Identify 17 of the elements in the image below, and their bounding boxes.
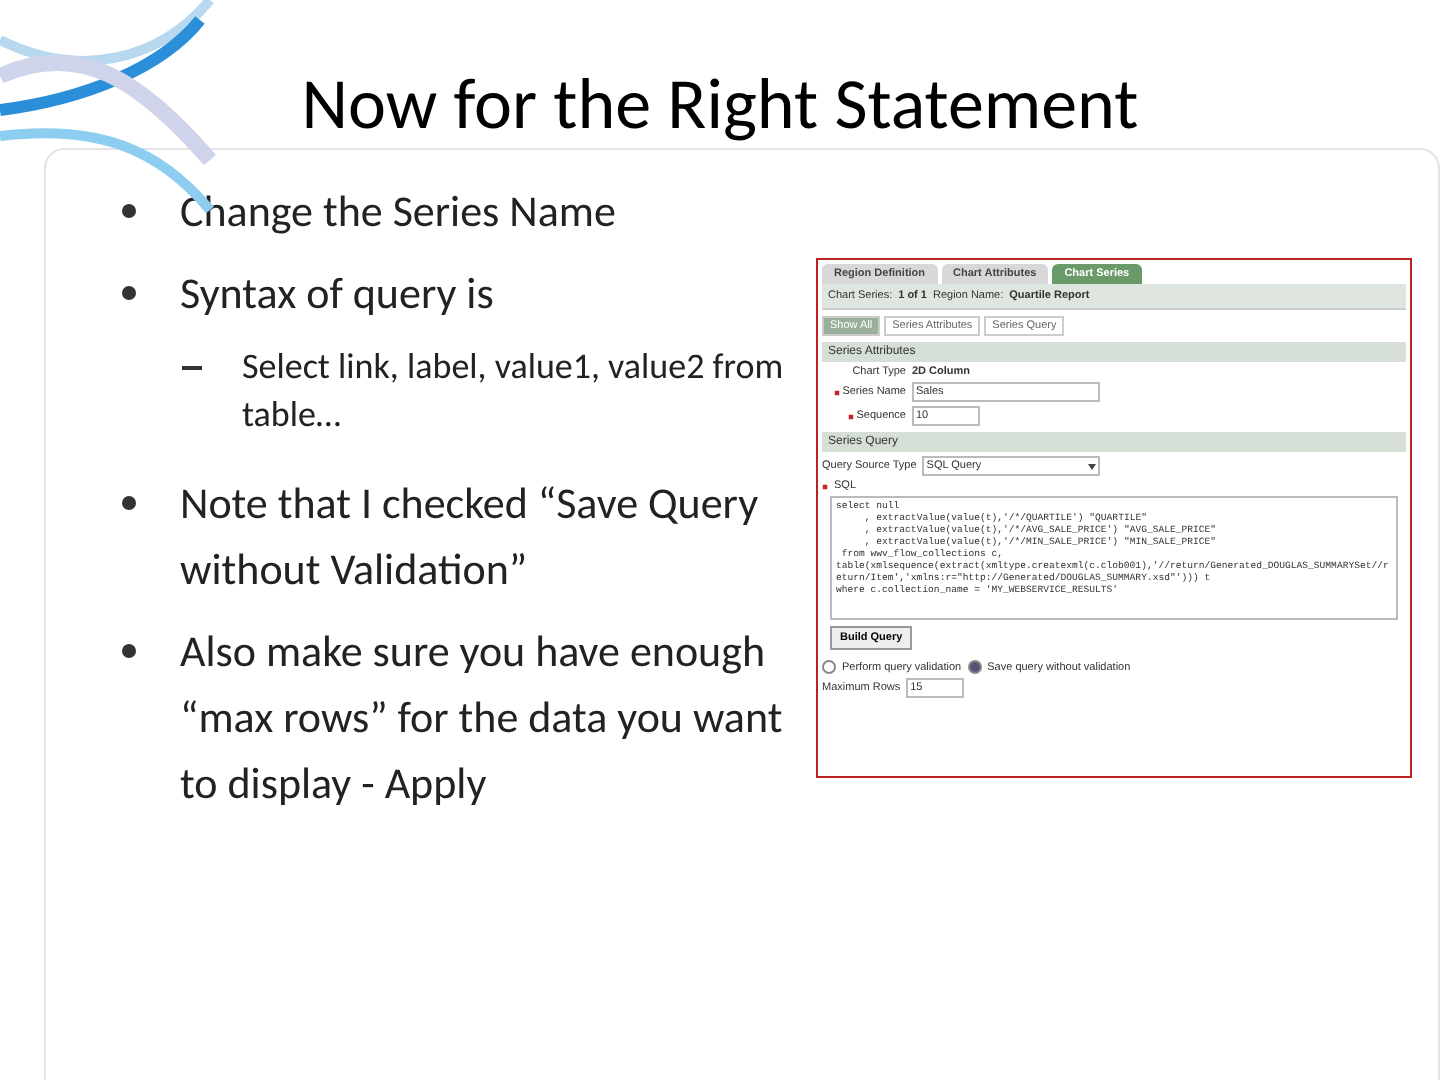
bullet-text: Syntax of query is	[180, 264, 494, 324]
bullet-icon	[122, 204, 136, 218]
bullet-text: Also make sure you have enough “max rows” for the data you want to display - Apply	[180, 622, 785, 814]
bullet-icon	[122, 496, 136, 510]
sub-bullet-text: Select link, label, value1, value2 from table…	[242, 342, 786, 438]
radio-button[interactable]	[822, 660, 836, 674]
radio-button[interactable]	[967, 660, 982, 674]
slide-title: Now for the Right Statement	[301, 58, 1139, 140]
required-icon	[848, 413, 855, 419]
bullet-text: Change the Series Name	[180, 182, 616, 242]
bullet-icon	[122, 286, 136, 300]
bullet-text: Note that I checked “Save Query without Validation”	[180, 474, 761, 600]
required-icon	[822, 483, 828, 489]
dropdown-icon	[1088, 463, 1097, 469]
dash-icon	[182, 366, 202, 369]
bullet-icon	[122, 644, 136, 658]
required-icon	[834, 389, 841, 395]
